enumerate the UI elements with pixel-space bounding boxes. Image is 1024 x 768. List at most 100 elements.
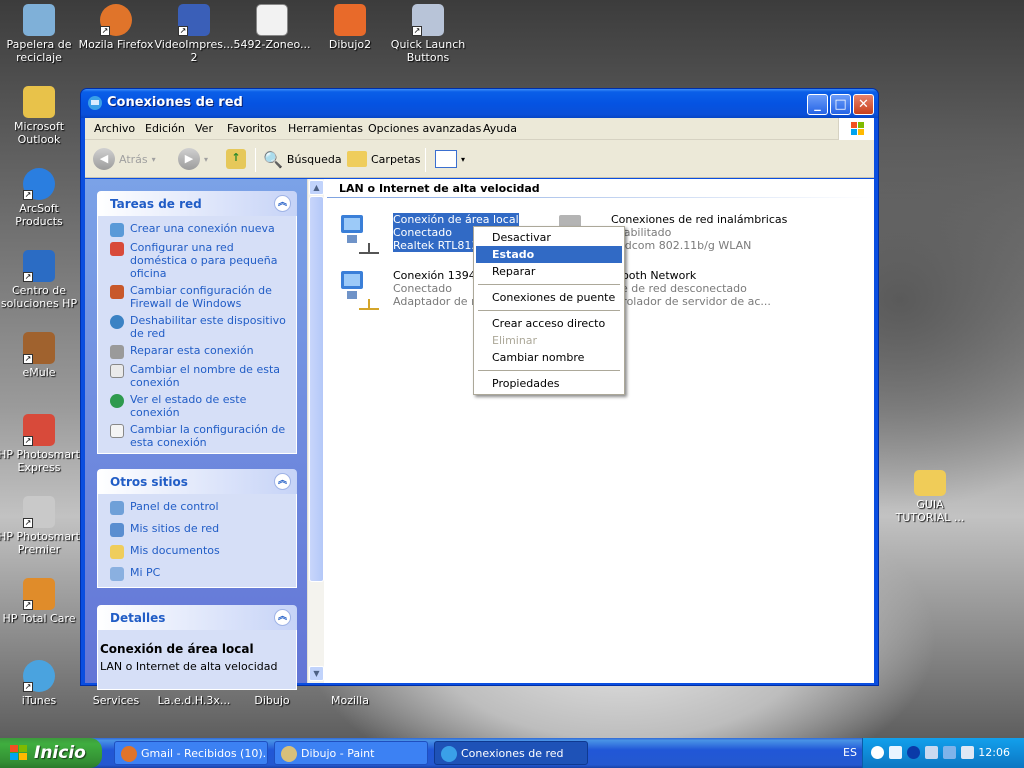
chevron-down-icon: ▾ <box>204 154 209 164</box>
close-button[interactable]: ✕ <box>853 94 874 115</box>
desktop-icon-guia-tutorial[interactable]: GUIA TUTORIAL ... <box>888 466 972 524</box>
title-bar[interactable]: Conexiones de red _ □ ✕ <box>81 89 878 118</box>
up-folder-button[interactable]: ↑ <box>226 147 246 171</box>
search-button[interactable]: 🔍 Búsqueda <box>263 147 342 171</box>
desktop-icon-outlook[interactable]: Microsoft Outlook <box>0 86 81 146</box>
desktop-icon-firefox[interactable]: ↗ Mozila Firefox <box>74 4 158 51</box>
menu-ayuda[interactable]: Ayuda <box>483 122 517 135</box>
desktop-icon-label: Dibujo2 <box>328 38 372 51</box>
menu-item-reparar[interactable]: Reparar <box>476 263 622 280</box>
desktop-icon-arcsoft[interactable]: ↗ ArcSoft Products <box>0 168 81 228</box>
desktop-icon-zoneo[interactable]: 5492-Zoneo... <box>230 4 314 51</box>
menu-item-cambiar-nombre[interactable]: Cambiar nombre <box>476 349 622 366</box>
other-places-header[interactable]: Otros sitios ︽ <box>97 469 297 494</box>
menu-item-conexiones-de-puente[interactable]: Conexiones de puente <box>476 289 622 306</box>
network-tasks-panel: Tareas de red ︽ Crear una conexión nueva… <box>97 191 297 454</box>
place-label: Panel de control <box>130 500 219 513</box>
desktop-icon-label: eMule <box>22 366 56 379</box>
collapse-chevron-icon[interactable]: ︽ <box>274 195 291 212</box>
show-hidden-icons-icon[interactable] <box>871 746 884 759</box>
toolbar: ◀ Atrás ▾ ▶ ▾ ↑ 🔍 Búsqueda Carpetas ▾ <box>85 140 874 178</box>
desktop-icon-dibujo[interactable]: Dibujo <box>230 694 314 707</box>
collapse-chevron-icon[interactable]: ︽ <box>274 609 291 626</box>
place-link[interactable]: Panel de control <box>110 500 290 515</box>
desktop-icon-label: ArcSoft Products <box>15 202 63 228</box>
back-button[interactable]: ◀ Atrás ▾ <box>93 147 156 171</box>
task-link[interactable]: Configurar una red doméstica o para pequ… <box>110 241 290 280</box>
menu-edicion[interactable]: Edición <box>145 122 185 135</box>
network-tasks-header[interactable]: Tareas de red ︽ <box>97 191 297 216</box>
firewire-connection-icon <box>341 271 379 310</box>
itunes-icon: ↗ <box>23 660 55 692</box>
desktop-icon-hp-total-care[interactable]: ↗ HP Total Care <box>0 578 81 625</box>
volume-icon[interactable] <box>961 746 974 759</box>
menu-item-desactivar[interactable]: Desactivar <box>476 229 622 246</box>
scroll-thumb[interactable] <box>309 196 324 582</box>
place-label: Mis documentos <box>130 544 220 557</box>
language-indicator[interactable]: ES <box>843 746 857 759</box>
scroll-up-arrow-icon[interactable]: ▲ <box>309 180 324 195</box>
menu-item-propiedades[interactable]: Propiedades <box>476 375 622 392</box>
desktop-icon-itunes[interactable]: ↗ iTunes <box>0 660 81 707</box>
menu-item-crear-acceso-directo[interactable]: Crear acceso directo <box>476 315 622 332</box>
place-link[interactable]: Mis sitios de red <box>110 522 290 537</box>
collapse-chevron-icon[interactable]: ︽ <box>274 473 291 490</box>
clock[interactable]: 12:06 <box>978 746 1010 759</box>
desktop-icon-laedh[interactable]: La.e.d.H.3x... <box>152 694 236 707</box>
task-link[interactable]: Cambiar configuración de Firewall de Win… <box>110 284 290 310</box>
place-link[interactable]: Mis documentos <box>110 544 290 559</box>
menu-favoritos[interactable]: Favoritos <box>227 122 277 135</box>
control-panel-icon <box>110 501 124 515</box>
desktop-icon-mozilla[interactable]: Mozilla <box>308 694 392 707</box>
bluetooth-icon[interactable] <box>907 746 920 759</box>
connection-item[interactable]: etooth Network ble de red desconectado n… <box>611 269 875 319</box>
panel-title: Detalles <box>110 611 166 625</box>
tray-tool-icon[interactable] <box>925 746 938 759</box>
network-tray-icon[interactable] <box>943 746 956 759</box>
start-button[interactable]: Inicio <box>0 738 102 768</box>
desktop-icon-dibujo2[interactable]: Dibujo2 <box>308 4 392 51</box>
desktop-icon-hp-photosmart-premier[interactable]: ↗ HP Photosmart Premier <box>0 496 81 556</box>
scroll-down-arrow-icon[interactable]: ▼ <box>309 666 324 681</box>
maximize-button[interactable]: □ <box>830 94 851 115</box>
task-label: Conexiones de red <box>461 747 564 760</box>
desktop-icon-recycle-bin[interactable]: Papelera de reciclaje <box>0 4 81 64</box>
desktop-icon-hp-photosmart-express[interactable]: ↗ HP Photosmart Express <box>0 414 81 474</box>
menu-ver[interactable]: Ver <box>195 122 213 135</box>
rename-icon <box>110 364 124 378</box>
task-link[interactable]: Cambiar la configuración de esta conexió… <box>110 423 290 449</box>
taskbar-task-paint[interactable]: Dibujo - Paint <box>274 741 428 765</box>
task-pane: Tareas de red ︽ Crear una conexión nueva… <box>85 179 307 690</box>
details-header[interactable]: Detalles ︽ <box>97 605 297 630</box>
desktop-icon-videoimpres[interactable]: ↗ VideoImpres... 2 <box>152 4 236 64</box>
menu-herramientas[interactable]: Herramientas <box>288 122 363 135</box>
task-pane-scrollbar[interactable]: ▲ ▼ <box>307 179 324 683</box>
views-button[interactable]: ▾ <box>435 147 465 171</box>
task-link[interactable]: Ver el estado de este conexión <box>110 393 290 419</box>
tray-app-icon[interactable] <box>889 746 902 759</box>
desktop-icon-emule[interactable]: ↗ eMule <box>0 332 81 379</box>
folders-button[interactable]: Carpetas <box>347 147 420 171</box>
desktop-icon-quick-launch[interactable]: ↗ Quick Launch Buttons <box>386 4 470 64</box>
task-label: Crear una conexión nueva <box>130 222 275 235</box>
taskbar-task-network[interactable]: Conexiones de red <box>434 741 588 765</box>
image-file-icon <box>334 4 366 36</box>
minimize-button[interactable]: _ <box>807 94 828 115</box>
other-places-body: Panel de control Mis sitios de red Mis d… <box>97 494 297 588</box>
connection-item[interactable]: Conexiones de red inalámbricas shabilita… <box>559 213 875 263</box>
place-link[interactable]: Mi PC <box>110 566 290 581</box>
desktop-icon-hp-center[interactable]: ↗ Centro de soluciones HP <box>0 250 81 310</box>
task-label: Ver el estado de este conexión <box>130 393 247 419</box>
task-link[interactable]: Reparar esta conexión <box>110 344 290 359</box>
chevron-down-icon: ▾ <box>461 154 466 164</box>
forward-button[interactable]: ▶ ▾ <box>178 147 208 171</box>
task-link[interactable]: Deshabilitar este dispositivo de red <box>110 314 290 340</box>
menu-opciones-avanzadas[interactable]: Opciones avanzadas <box>368 122 481 135</box>
desktop-icon-services[interactable]: Services <box>74 694 158 707</box>
task-link[interactable]: Crear una conexión nueva <box>110 222 290 237</box>
task-label: Cambiar configuración de Firewall de Win… <box>130 284 272 310</box>
menu-archivo[interactable]: Archivo <box>94 122 135 135</box>
task-link[interactable]: Cambiar el nombre de esta conexión <box>110 363 290 389</box>
taskbar-task-gmail[interactable]: Gmail - Recibidos (10)... <box>114 741 268 765</box>
menu-item-estado[interactable]: Estado <box>476 246 622 263</box>
